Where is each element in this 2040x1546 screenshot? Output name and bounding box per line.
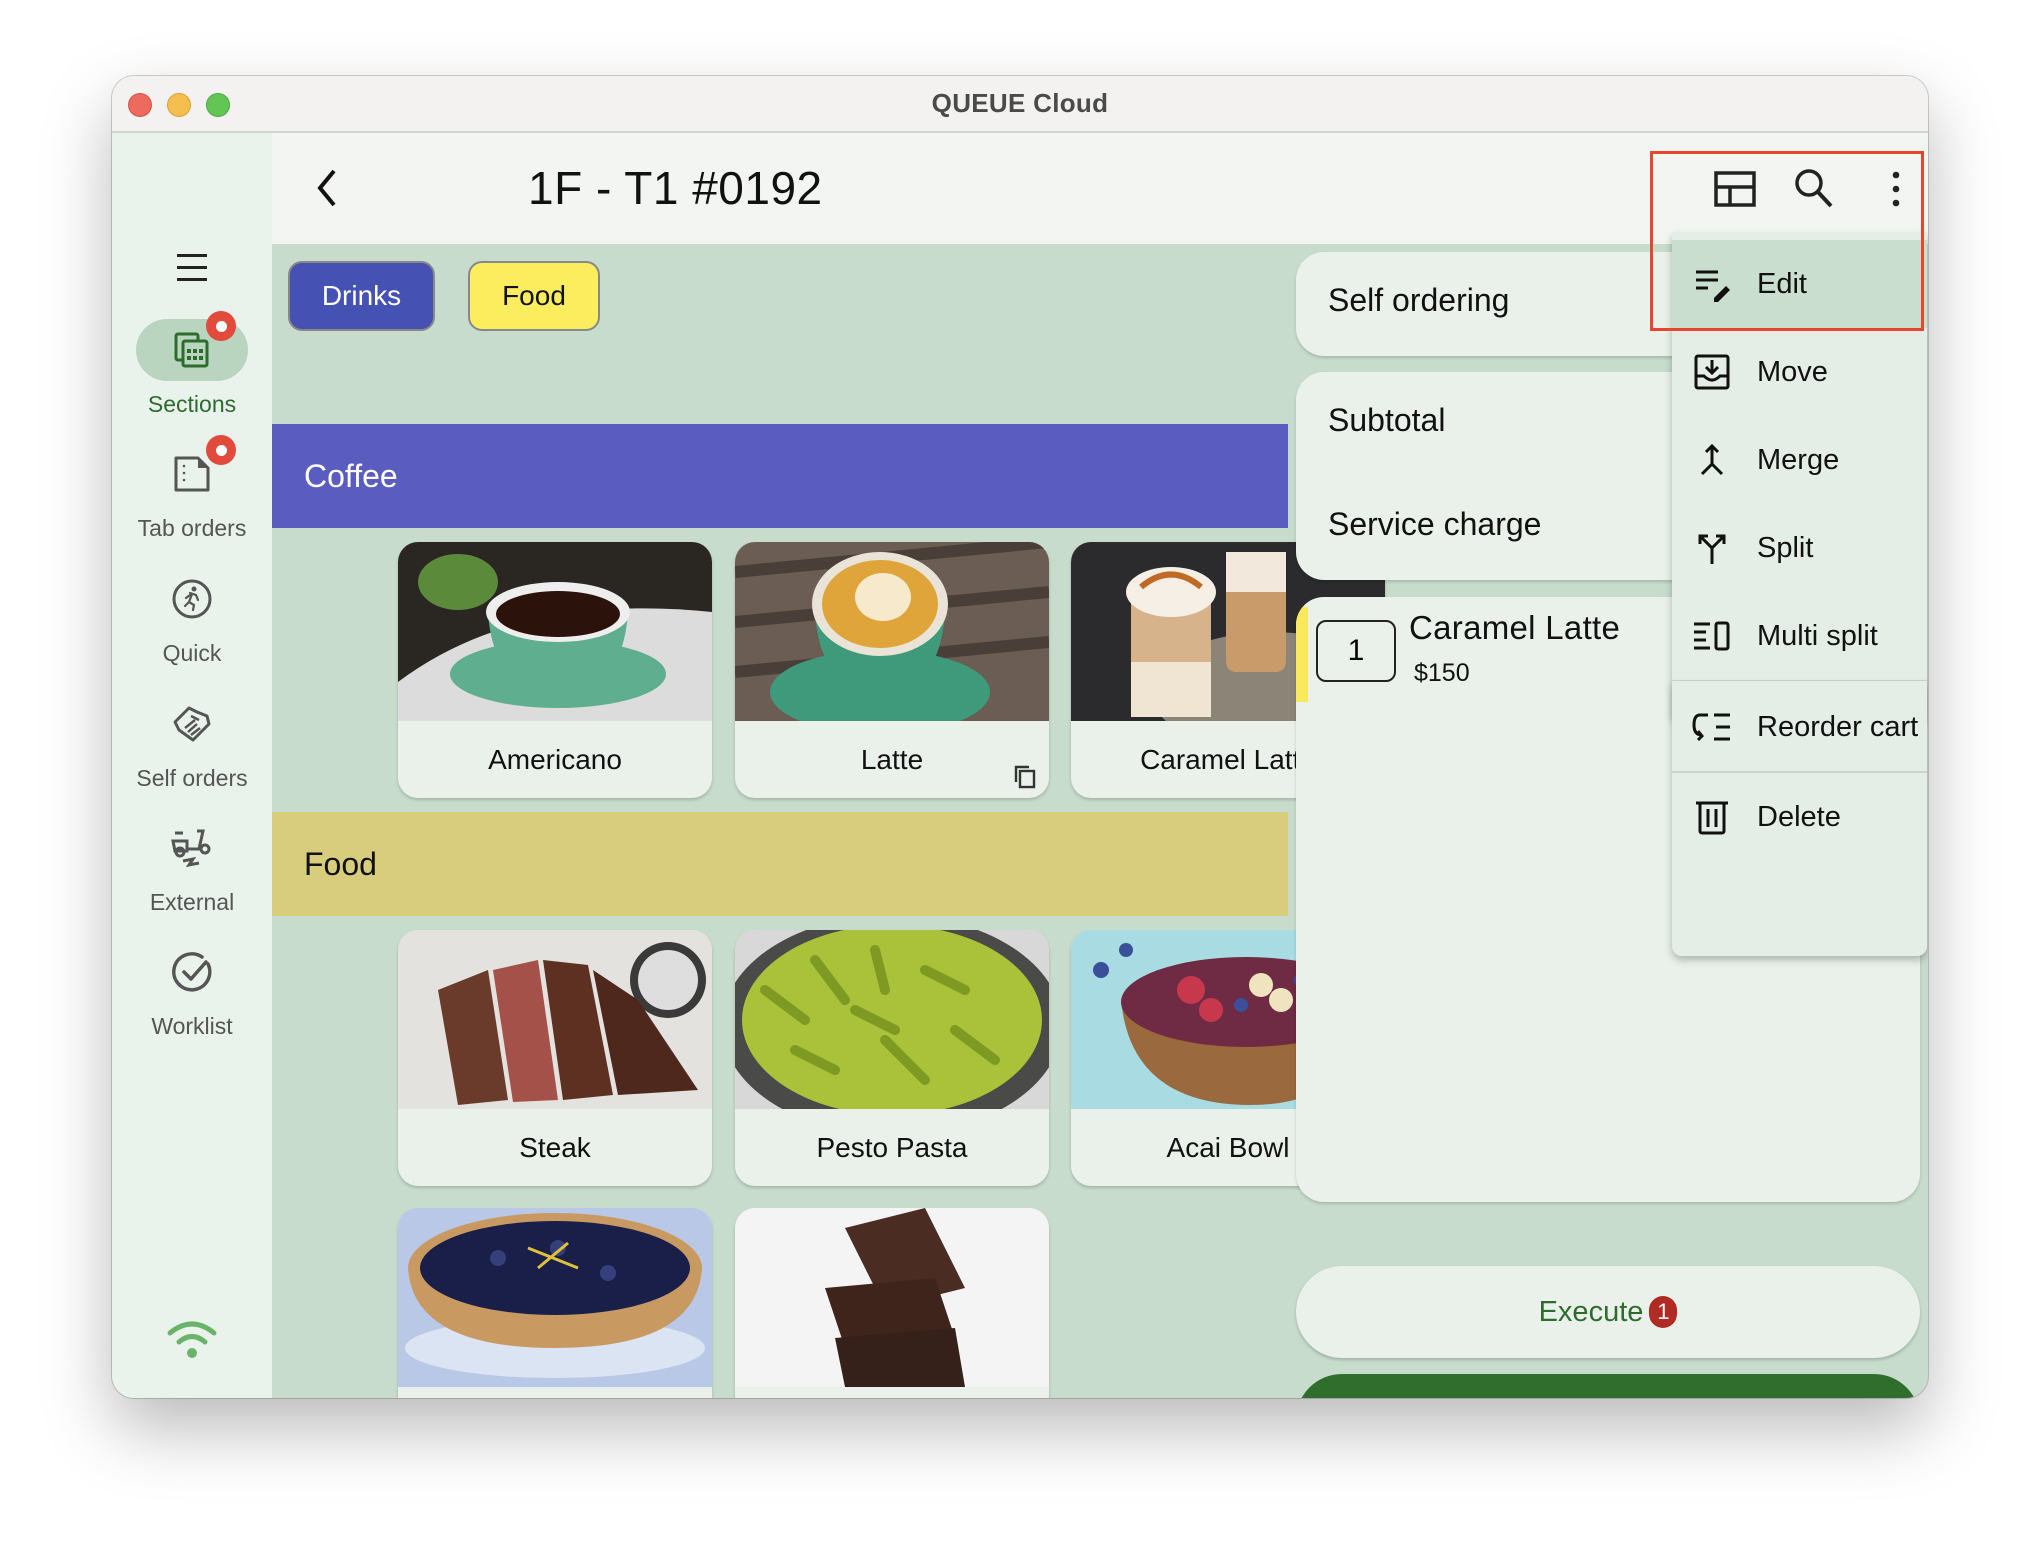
top-app-bar: 1F - T1 #0192	[272, 133, 1928, 244]
wifi-icon	[167, 1321, 217, 1358]
layout-toggle-button[interactable]	[1710, 165, 1758, 213]
americano-image	[398, 542, 712, 721]
menu-item-label: Move	[1757, 355, 1828, 388]
edit-list-icon	[1696, 270, 1730, 302]
payment-button[interactable]: Payment $165	[1296, 1374, 1920, 1398]
product-card-pesto-pasta[interactable]: Pesto Pasta	[735, 930, 1049, 1186]
sidebar-item-label: Tab orders	[137, 515, 247, 541]
menu-item-merge[interactable]: Merge	[1672, 416, 1927, 504]
more-options-menu: Edit Move Merge Split Multi split	[1672, 232, 1927, 722]
notification-badge	[206, 435, 236, 465]
menu-item-split[interactable]: Split	[1672, 504, 1927, 592]
split-icon	[1698, 534, 1726, 564]
multi-split-icon	[1694, 621, 1730, 651]
product-name: Chocolate Brownie	[735, 1387, 1049, 1398]
execute-button[interactable]: Execute 1	[1296, 1266, 1920, 1358]
app-window: QUEUE Cloud Sections Tab orders Quick Se…	[112, 76, 1928, 1398]
product-card-blueberry-tart[interactable]: Blueberry Tart	[398, 1208, 712, 1398]
sidebar: Sections Tab orders Quick Self orders Ex…	[112, 133, 272, 1398]
category-header-coffee: Coffee	[272, 424, 1288, 528]
page-title: 1F - T1 #0192	[528, 162, 823, 214]
window-title: QUEUE Cloud	[931, 88, 1109, 118]
sidebar-item-sections[interactable]: Sections	[112, 311, 272, 418]
cart-item-price: $150	[1414, 659, 1470, 687]
execute-count-badge: 1	[1649, 1296, 1678, 1328]
sidebar-item-worklist[interactable]: Worklist	[112, 941, 272, 1040]
sidebar-item-self-orders[interactable]: Self orders	[112, 693, 272, 792]
back-button[interactable]	[302, 163, 352, 213]
chevron-left-icon	[317, 169, 336, 207]
handshake-icon	[173, 706, 211, 742]
execute-label: Execute	[1538, 1295, 1644, 1328]
quick-run-icon	[172, 579, 212, 619]
product-card-steak[interactable]: Steak	[398, 930, 712, 1186]
menu-item-reorder-cart[interactable]: Reorder cart	[1672, 683, 1927, 771]
search-button[interactable]	[1790, 165, 1838, 213]
chocolate-brownie-image	[735, 1208, 1049, 1387]
search-icon	[1795, 169, 1833, 208]
menu-item-edit[interactable]: Edit	[1672, 240, 1927, 328]
sidebar-item-label: Sections	[147, 391, 237, 417]
copy-icon	[1014, 765, 1036, 789]
product-card-chocolate-brownie[interactable]: Chocolate Brownie	[735, 1208, 1049, 1398]
product-name: Steak	[519, 1131, 591, 1163]
menu-item-label: Split	[1757, 531, 1814, 564]
product-name: Americano	[488, 743, 622, 775]
sidebar-item-tab-orders[interactable]: Tab orders	[112, 435, 272, 542]
menu-item-label: Delete	[1757, 800, 1841, 833]
sidebar-item-quick[interactable]: Quick	[112, 568, 272, 667]
menu-item-delete[interactable]: Delete	[1672, 773, 1927, 861]
layout-icon	[1714, 171, 1756, 207]
cart-item-name: Caramel Latte	[1409, 609, 1621, 646]
wifi-status	[164, 1321, 220, 1361]
blueberry-tart-image	[398, 1208, 712, 1387]
quantity-box[interactable]: 1	[1316, 620, 1396, 682]
tab-drinks[interactable]: Drinks	[288, 261, 435, 331]
product-name: Latte	[860, 743, 924, 775]
menu-item-label: Merge	[1757, 443, 1840, 476]
trash-icon	[1696, 801, 1728, 835]
hamburger-icon	[177, 254, 207, 281]
more-vert-icon	[1892, 171, 1900, 207]
delivery-scooter-icon	[171, 829, 211, 868]
tab-orders-icon	[174, 456, 210, 492]
menu-item-label: Edit	[1757, 267, 1807, 300]
sidebar-item-label: Quick	[162, 640, 222, 666]
product-name: Blueberry Tart	[398, 1387, 712, 1398]
sidebar-item-external[interactable]: External	[112, 817, 272, 916]
menu-item-multi-split[interactable]: Multi split	[1672, 592, 1927, 680]
product-card-americano[interactable]: Americano	[398, 542, 712, 798]
menu-item-move[interactable]: Move	[1672, 328, 1927, 416]
product-name: Pesto Pasta	[816, 1131, 968, 1163]
menu-item-label: Reorder cart	[1757, 710, 1919, 743]
check-circle-icon	[172, 952, 212, 992]
sections-icon	[174, 332, 209, 368]
category-title: Coffee	[304, 457, 398, 494]
category-header-food: Food	[272, 812, 1288, 916]
move-inbox-icon	[1694, 354, 1730, 390]
more-options-menu-lower: Reorder cart Delete	[1672, 681, 1927, 956]
sidebar-item-label: Worklist	[151, 1013, 233, 1039]
tab-food[interactable]: Food	[468, 261, 600, 331]
sidebar-item-label: External	[149, 889, 235, 915]
notification-badge	[206, 311, 236, 341]
more-options-button[interactable]	[1872, 165, 1920, 213]
latte-image	[735, 542, 1049, 721]
self-ordering-label: Self ordering	[1328, 282, 1510, 318]
merge-icon	[1700, 443, 1724, 476]
hamburger-menu-button[interactable]	[162, 248, 222, 288]
service-charge-label: Service charge	[1328, 506, 1542, 542]
subtotal-label: Subtotal	[1328, 402, 1446, 438]
menu-item-label: Multi split	[1757, 619, 1878, 652]
sidebar-item-label: Self orders	[136, 765, 248, 791]
steak-image	[398, 930, 712, 1109]
cart-item-accent	[1296, 607, 1308, 702]
title-bar: QUEUE Cloud	[112, 76, 1928, 132]
reorder-icon	[1692, 713, 1730, 742]
product-card-latte[interactable]: Latte	[735, 542, 1049, 798]
product-area: Drinks Food Coffee Americano Latte Caram…	[272, 244, 1385, 1398]
pesto-pasta-image	[735, 930, 1049, 1109]
category-title: Food	[304, 845, 377, 882]
